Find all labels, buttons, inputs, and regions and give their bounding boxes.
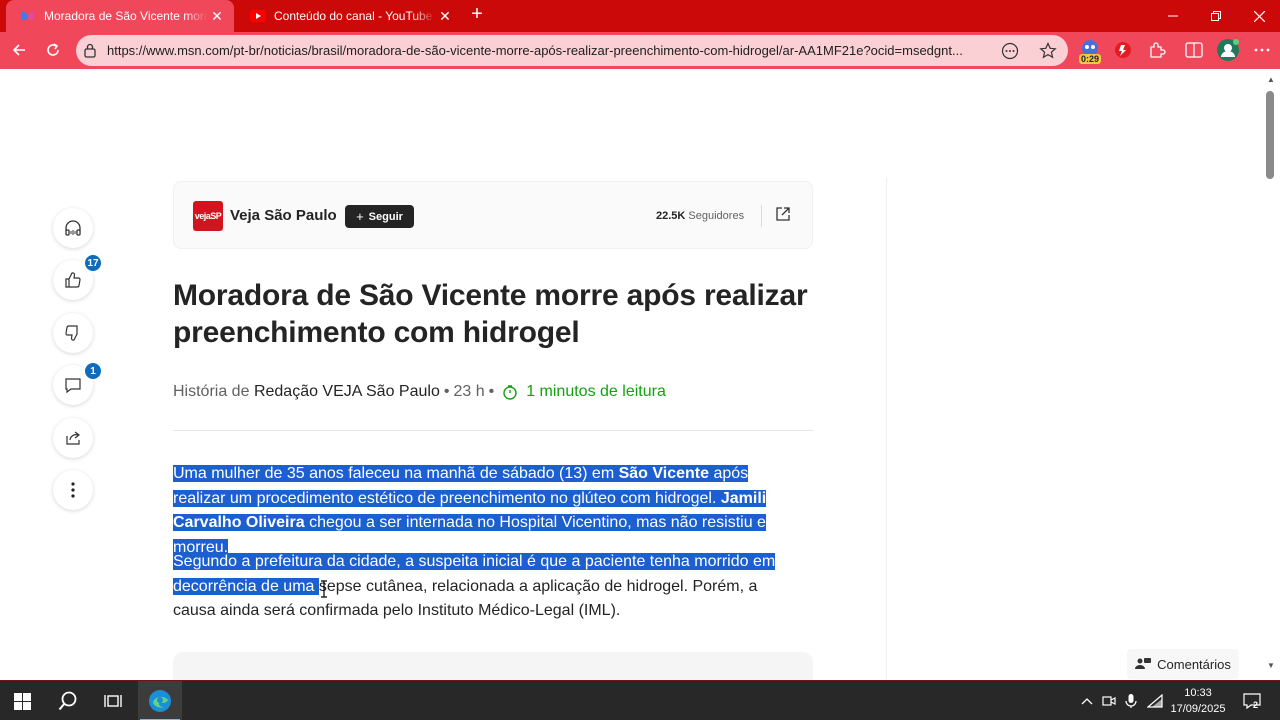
- browser-toolbar: https://www.msn.com/pt-br/noticias/brasi…: [0, 32, 1280, 69]
- tab-msn-article[interactable]: Moradora de São Vicente morre após reali…: [6, 0, 234, 32]
- tab-title: Conteúdo do canal - YouTube Studio: [274, 9, 436, 23]
- extension-timer-icon[interactable]: 0:29: [1076, 36, 1104, 64]
- headphones-icon: [65, 220, 81, 236]
- tab-strip: Moradora de São Vicente morre após reali…: [0, 0, 1280, 32]
- thumbs-down-icon: [65, 325, 78, 341]
- scroll-down-arrow-icon[interactable]: ▼: [1266, 661, 1276, 671]
- open-external-icon[interactable]: [775, 206, 793, 224]
- lock-icon[interactable]: [83, 43, 97, 63]
- favorite-star-icon[interactable]: [1038, 41, 1058, 61]
- notifications-icon[interactable]: 2: [1241, 691, 1263, 711]
- restore-button[interactable]: [1195, 0, 1237, 32]
- url-text[interactable]: https://www.msn.com/pt-br/noticias/brasi…: [107, 35, 997, 66]
- windows-taskbar: 10:33 17/09/2025 2: [0, 680, 1280, 720]
- more-actions-icon[interactable]: [1000, 41, 1020, 61]
- publisher-name[interactable]: Veja São Paulo: [230, 207, 337, 224]
- article-byline: História de Redação VEJA São Paulo • 23 …: [173, 383, 666, 401]
- publisher-card: vejaSP Veja São Paulo + Seguir 22.5K Seg…: [173, 181, 813, 249]
- profile-avatar-icon[interactable]: [1214, 36, 1242, 64]
- article-paragraph-1: Uma mulher de 35 anos faleceu na manhã d…: [173, 465, 767, 556]
- meet-now-icon[interactable]: [1099, 691, 1119, 711]
- timer-icon: [503, 385, 517, 400]
- publisher-logo[interactable]: vejaSP: [193, 201, 223, 231]
- windows-logo-icon: [13, 692, 31, 710]
- task-view-button[interactable]: [91, 681, 135, 720]
- search-icon: [58, 691, 77, 711]
- notification-count: 2: [1253, 700, 1259, 710]
- address-bar[interactable]: https://www.msn.com/pt-br/noticias/brasi…: [76, 35, 1068, 66]
- plus-icon: +: [356, 209, 364, 224]
- people-comment-icon: [1135, 658, 1152, 669]
- tab-title: Moradora de São Vicente morre após reali…: [44, 9, 208, 23]
- read-time: 1 minutos de leitura: [502, 383, 666, 401]
- more-vertical-icon: [71, 482, 75, 498]
- follow-label: Seguir: [368, 210, 403, 223]
- settings-more-icon[interactable]: [1248, 36, 1276, 64]
- listen-button[interactable]: [53, 208, 93, 248]
- minimize-button[interactable]: [1152, 0, 1194, 32]
- task-view-icon: [104, 695, 122, 707]
- likes-count-badge: 17: [83, 253, 103, 273]
- article-paragraph-2: Segundo a prefeitura da cidade, a suspei…: [173, 553, 776, 619]
- new-tab-button[interactable]: +: [466, 4, 488, 26]
- refresh-button[interactable]: [38, 35, 68, 65]
- taskbar-clock[interactable]: 10:33 17/09/2025: [1168, 685, 1228, 717]
- extension-red-icon[interactable]: [1109, 36, 1137, 64]
- author-link[interactable]: Redação VEJA São Paulo: [254, 383, 440, 401]
- article-headline: Moradora de São Vicente morre após reali…: [173, 279, 808, 349]
- article-age: 23 h: [453, 383, 485, 400]
- taskbar-edge-button[interactable]: [138, 681, 182, 720]
- scrollbar-thumb[interactable]: [1266, 91, 1274, 179]
- tab-close-icon[interactable]: ✕: [208, 7, 226, 25]
- wifi-icon[interactable]: [1145, 691, 1165, 711]
- edge-icon: [149, 690, 171, 712]
- back-button[interactable]: [4, 35, 34, 65]
- microphone-icon[interactable]: [1121, 691, 1141, 711]
- follow-button[interactable]: + Seguir: [345, 205, 414, 228]
- close-window-button[interactable]: [1238, 0, 1280, 32]
- extension-timer-badge: 0:29: [1079, 54, 1102, 64]
- followers-count: 22.5K Seguidores: [656, 210, 745, 222]
- dislike-button[interactable]: [53, 313, 93, 353]
- more-options-button[interactable]: [53, 470, 93, 510]
- start-button[interactable]: [0, 681, 44, 720]
- tab-close-icon[interactable]: ✕: [436, 7, 454, 25]
- byline-divider: [173, 430, 813, 431]
- comments-button[interactable]: Comentários: [1127, 649, 1239, 679]
- column-divider: [886, 178, 887, 680]
- search-button[interactable]: [46, 681, 90, 720]
- share-button[interactable]: [53, 418, 93, 458]
- share-icon: [66, 431, 80, 445]
- publisher-divider: [761, 205, 762, 227]
- comments-count-badge: 1: [83, 361, 103, 381]
- scroll-up-arrow-icon[interactable]: ▲: [1266, 75, 1276, 85]
- thumbs-up-icon: [65, 272, 81, 288]
- text-cursor-icon: [320, 580, 328, 598]
- msn-butterfly-icon: [20, 8, 36, 24]
- page-scrollbar[interactable]: ▲ ▼: [1262, 69, 1280, 680]
- comment-bubble-icon: [65, 378, 81, 394]
- tab-youtube-studio[interactable]: Conteúdo do canal - YouTube Studio ✕: [236, 0, 462, 32]
- show-hidden-icons-chevron-icon[interactable]: [1077, 691, 1097, 711]
- youtube-icon: [250, 8, 266, 24]
- extensions-puzzle-icon[interactable]: [1143, 36, 1171, 64]
- split-screen-icon[interactable]: [1180, 36, 1208, 64]
